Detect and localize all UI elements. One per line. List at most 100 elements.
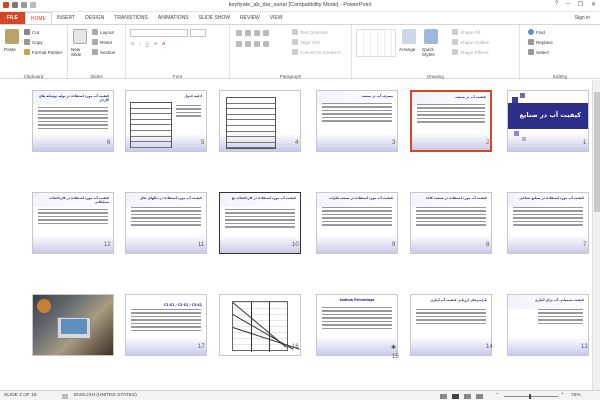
strikethrough-button[interactable]: S [154,41,157,46]
shape-outline-button[interactable]: Shape Outline [452,39,489,45]
slide-show-view-icon[interactable] [476,393,483,399]
paragraph-group-label: Paragraph [279,74,302,79]
font-color-button[interactable]: A [162,41,165,46]
slide-sorter-view-icon[interactable] [452,393,459,399]
arrange-button[interactable]: Arrange [399,47,415,52]
diagram-image [232,301,300,352]
sign-in-link[interactable]: Sign in [575,12,590,24]
text-direction-button[interactable]: Text Direction [292,29,328,35]
section-icon [92,49,98,55]
justify-icon[interactable] [263,41,269,47]
status-bar: SLIDE 2 OF 18 ENGLISH (UNITED STATES) − … [0,390,600,400]
new-slide-label: New Slide [71,47,82,57]
underline-button[interactable]: U [146,41,149,46]
bullets-icon[interactable] [236,30,242,36]
slide-thumbnail-1[interactable]: کیفیت آب در صنایع [507,90,589,152]
zoom-in-icon[interactable]: + [561,392,564,397]
replace-button[interactable]: Replace [528,39,553,45]
text-direction-label: Text Direction [300,29,328,35]
slide-thumbnail-9[interactable]: کیفیت آب مورد استفاده در صنعت فلزات [316,192,398,254]
tab-home[interactable]: HOME [24,12,52,24]
restore-icon[interactable]: ❐ [578,1,583,8]
bold-button[interactable]: B [131,41,134,46]
layout-button[interactable]: Layout [92,29,114,35]
normal-view-icon[interactable] [440,393,447,399]
section-button[interactable]: Section [92,49,115,55]
shapes-gallery[interactable] [356,29,396,57]
language-status[interactable]: ENGLISH (UNITED STATES) [74,393,137,398]
slide-number: 1 [583,140,587,146]
indent-icon[interactable] [254,30,260,36]
shape-fill-button[interactable]: Shape Fill [452,29,480,35]
tab-file[interactable]: FILE [0,12,25,24]
font-group-label: Font [172,74,183,79]
zoom-slider-thumb[interactable] [529,393,531,399]
slide-thumbnail-5[interactable]: ادامه جدول [125,90,207,152]
slide-number: 8 [486,242,490,248]
font-name-select[interactable] [130,29,188,37]
italic-button[interactable]: I [139,41,140,46]
zoom-level[interactable]: 75% [571,393,581,398]
tab-design[interactable]: DESIGN [80,12,109,24]
replace-label: Replace [536,39,553,45]
select-button[interactable]: Select [528,49,549,55]
section-label: Section [100,49,116,55]
close-icon[interactable]: ✕ [591,1,596,8]
slide-title: پارامترهای ارزیابی کیفیت آب آبیاری [430,298,487,302]
quick-styles-label: Quick Styles [422,47,435,57]
vertical-scrollbar[interactable] [592,80,600,390]
slide-thumbnail-10[interactable]: کیفیت آب مورد استفاده در کارخانجات یخ [219,192,301,254]
slide-thumbnail-2[interactable]: کیفیت آب در صنعت [410,90,492,152]
align-center-icon[interactable] [245,41,251,47]
slide-thumbnail-6[interactable]: کیفیت آب مورد استفاده در تولید نوشابه ها… [32,90,114,152]
align-right-icon[interactable] [254,41,260,47]
paint-bucket-icon [452,29,458,35]
quick-styles-button[interactable]: Quick Styles [422,47,444,57]
slide-thumbnail-11[interactable]: کیفیت آب مورد استفاده در دیگهای بخار [125,192,207,254]
cursor-icon [528,49,534,55]
paste-button[interactable]: Paste [4,47,16,52]
reading-view-icon[interactable] [464,393,471,399]
outdent-icon[interactable] [263,30,269,36]
zoom-out-icon[interactable]: − [496,392,499,397]
tab-animations[interactable]: ANIMATIONS [153,12,194,24]
tab-insert[interactable]: INSERT [52,12,80,24]
slide-thumbnail-15[interactable]: Sodium Percentage [316,294,398,356]
numbering-icon[interactable] [245,30,251,36]
slide-thumbnail-12[interactable]: کیفیت آب مورد استفاده در کارخانجات سیلیک… [32,192,114,254]
reset-button[interactable]: Reset [92,39,112,45]
cut-button[interactable]: Cut [24,29,39,35]
slide-thumbnail-14[interactable]: پارامترهای ارزیابی کیفیت آب آبیاری [410,294,492,356]
slides-group: New Slide Layout Reset Section Slides [68,25,126,80]
scrollbar-thumb[interactable] [594,92,600,212]
font-size-select[interactable] [190,29,206,37]
minimize-icon[interactable]: – [566,1,569,8]
find-button[interactable]: Find [528,29,545,35]
slide-number: 5 [201,140,205,146]
help-icon[interactable]: ? [555,1,558,8]
convert-smartart-button[interactable]: Convert to SmartArt [292,49,341,55]
slide-thumbnail-13[interactable]: کیفیت شیمیایی آب برای آبیاری [507,294,589,356]
shape-effects-button[interactable]: Shape Effects [452,49,489,55]
replace-icon [528,39,534,45]
slide-thumbnail-16[interactable] [219,294,301,356]
copy-button[interactable]: Copy [24,39,43,45]
new-slide-button[interactable]: New Slide [71,47,91,57]
align-text-button[interactable]: Align Text [292,39,320,45]
slide-title: کیفیت شیمیایی آب برای آبیاری [534,298,584,302]
tab-slide-show[interactable]: SLIDE SHOW [194,12,235,24]
zoom-slider[interactable] [504,395,558,397]
tab-transitions[interactable]: TRANSITIONS [109,12,153,24]
tab-review[interactable]: REVIEW [235,12,265,24]
slide-thumbnail-8[interactable]: کیفیت آب مورد استفاده در صنعت کاغذ [410,192,492,254]
slide-thumbnail-17[interactable]: C1-S1 / C2-S1 / C3-S1 [125,294,207,356]
tab-view[interactable]: VIEW [265,12,288,24]
slide-thumbnail-7[interactable]: کیفیت آب مورد استفاده در صنایع نساجی [507,192,589,254]
spelling-icon[interactable] [62,393,68,399]
slide-thumbnail-3[interactable]: مصرف آب در صنعت [316,90,398,152]
align-left-icon[interactable] [236,41,242,47]
slide-thumbnail-18[interactable] [32,294,114,356]
format-painter-button[interactable]: Format Painter [24,49,62,55]
window-title: keyfiyate_ab_dar_sanat [Compatibility Mo… [228,2,372,8]
slide-thumbnail-4[interactable] [219,90,301,152]
